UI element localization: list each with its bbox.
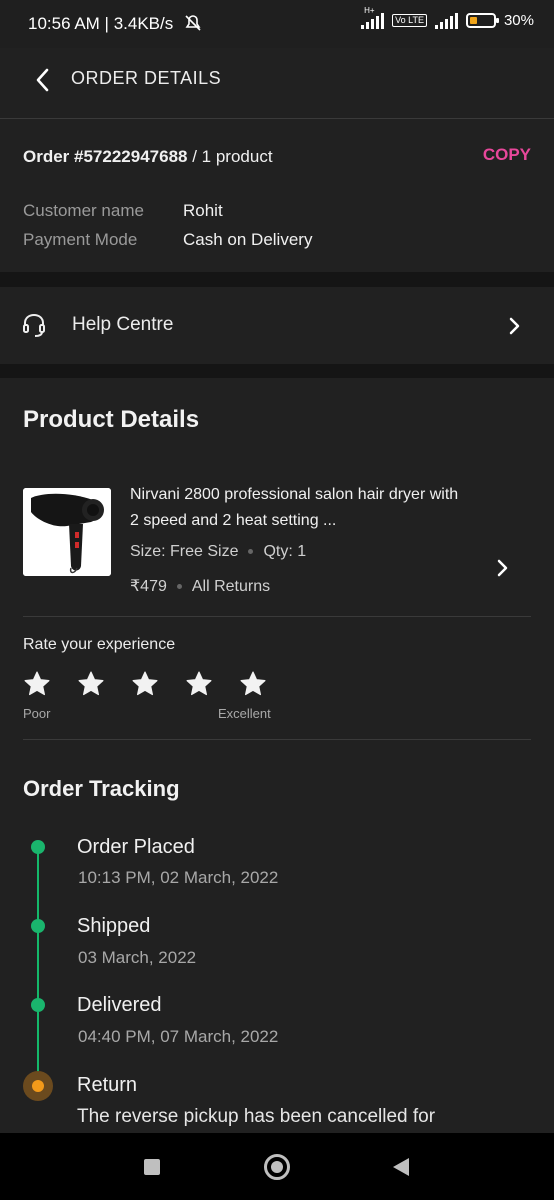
section-divider bbox=[0, 272, 554, 287]
signal-icon: H+ bbox=[361, 6, 385, 29]
product-qty: Qty: 1 bbox=[263, 543, 307, 560]
order-count: / 1 product bbox=[192, 147, 273, 166]
product-name[interactable]: Nirvani 2800 professional salon hair dry… bbox=[130, 482, 470, 534]
star-rating[interactable] bbox=[22, 669, 268, 699]
product-image[interactable] bbox=[23, 488, 111, 576]
tracking-dot-return bbox=[23, 1071, 53, 1101]
rate-experience-title: Rate your experience bbox=[23, 636, 176, 653]
order-tracking-title: Order Tracking bbox=[23, 776, 180, 801]
star-icon[interactable] bbox=[184, 669, 214, 699]
headset-icon bbox=[22, 312, 46, 343]
order-summary: Order #57222947688 / 1 product COPY Cust… bbox=[0, 119, 554, 272]
tracking-dot-placed bbox=[31, 840, 45, 854]
tracking-line bbox=[37, 846, 39, 1086]
nav-back-icon[interactable] bbox=[392, 1157, 410, 1182]
tracking-dot-shipped bbox=[31, 919, 45, 933]
help-centre-row[interactable]: Help Centre bbox=[0, 287, 554, 364]
tracking-step-date: 03 March, 2022 bbox=[78, 948, 197, 967]
divider bbox=[23, 739, 531, 740]
back-arrow-icon[interactable] bbox=[30, 65, 60, 95]
order-number: Order #57222947688 / 1 product bbox=[23, 147, 273, 167]
product-size-qty: Size: Free Size Qty: 1 bbox=[130, 543, 306, 561]
rating-high-label: Excellent bbox=[218, 706, 271, 721]
chevron-right-icon[interactable] bbox=[496, 558, 508, 583]
tracking-step-label: Shipped bbox=[77, 915, 151, 937]
divider bbox=[23, 616, 531, 617]
system-nav-bar bbox=[0, 1133, 554, 1200]
battery-fill bbox=[469, 17, 477, 24]
status-bar: 10:56 AM | 3.4KB/s H+ Vo LTE 30% bbox=[0, 0, 554, 48]
order-id: Order #57222947688 bbox=[23, 147, 188, 166]
app-header: ORDER DETAILS bbox=[0, 48, 554, 119]
copy-button[interactable]: COPY bbox=[483, 145, 531, 165]
nav-home-icon[interactable] bbox=[264, 1154, 290, 1180]
page-title: ORDER DETAILS bbox=[71, 68, 222, 88]
battery-icon bbox=[465, 13, 499, 28]
volte-badge: Vo LTE bbox=[392, 14, 427, 27]
customer-name-value: Rohit bbox=[183, 201, 223, 220]
tracking-step-description: The reverse pickup has been cancelled fo… bbox=[77, 1106, 436, 1127]
star-icon[interactable] bbox=[22, 669, 52, 699]
nav-square-icon[interactable] bbox=[144, 1159, 160, 1175]
product-section: Product Details Nirvani 2800 professiona… bbox=[0, 378, 554, 1138]
star-icon[interactable] bbox=[130, 669, 160, 699]
tracking-step-label: Delivered bbox=[77, 994, 162, 1016]
product-price-returns: ₹479 All Returns bbox=[130, 576, 270, 596]
product-size: Size: Free Size bbox=[130, 543, 239, 560]
section-divider bbox=[0, 364, 554, 378]
payment-mode-value: Cash on Delivery bbox=[183, 230, 313, 249]
tracking-step-date: 04:40 PM, 07 March, 2022 bbox=[78, 1027, 279, 1046]
tracking-step-label: Order Placed bbox=[77, 836, 195, 858]
product-price: ₹479 bbox=[130, 578, 167, 595]
payment-mode-label: Payment Mode bbox=[23, 230, 138, 249]
signal-icon bbox=[434, 12, 458, 29]
product-details-title: Product Details bbox=[23, 406, 200, 433]
separator-dot bbox=[176, 584, 182, 590]
rating-low-label: Poor bbox=[23, 706, 51, 721]
tracking-step-date: 10:13 PM, 02 March, 2022 bbox=[78, 868, 279, 887]
network-label: H+ bbox=[364, 5, 375, 15]
tracking-step-label: Return bbox=[77, 1074, 138, 1096]
tracking-dot-delivered bbox=[31, 998, 45, 1012]
separator-dot bbox=[248, 549, 254, 555]
chevron-right-icon bbox=[508, 316, 520, 341]
star-icon[interactable] bbox=[238, 669, 268, 699]
battery-percent: 30% bbox=[503, 12, 534, 29]
product-returns: All Returns bbox=[191, 578, 271, 595]
customer-name-label: Customer name bbox=[23, 201, 144, 220]
star-icon[interactable] bbox=[76, 669, 106, 699]
muted-bell-icon bbox=[183, 13, 203, 38]
status-time: 10:56 AM | 3.4KB/s bbox=[28, 14, 174, 33]
help-centre-label: Help Centre bbox=[72, 314, 174, 335]
